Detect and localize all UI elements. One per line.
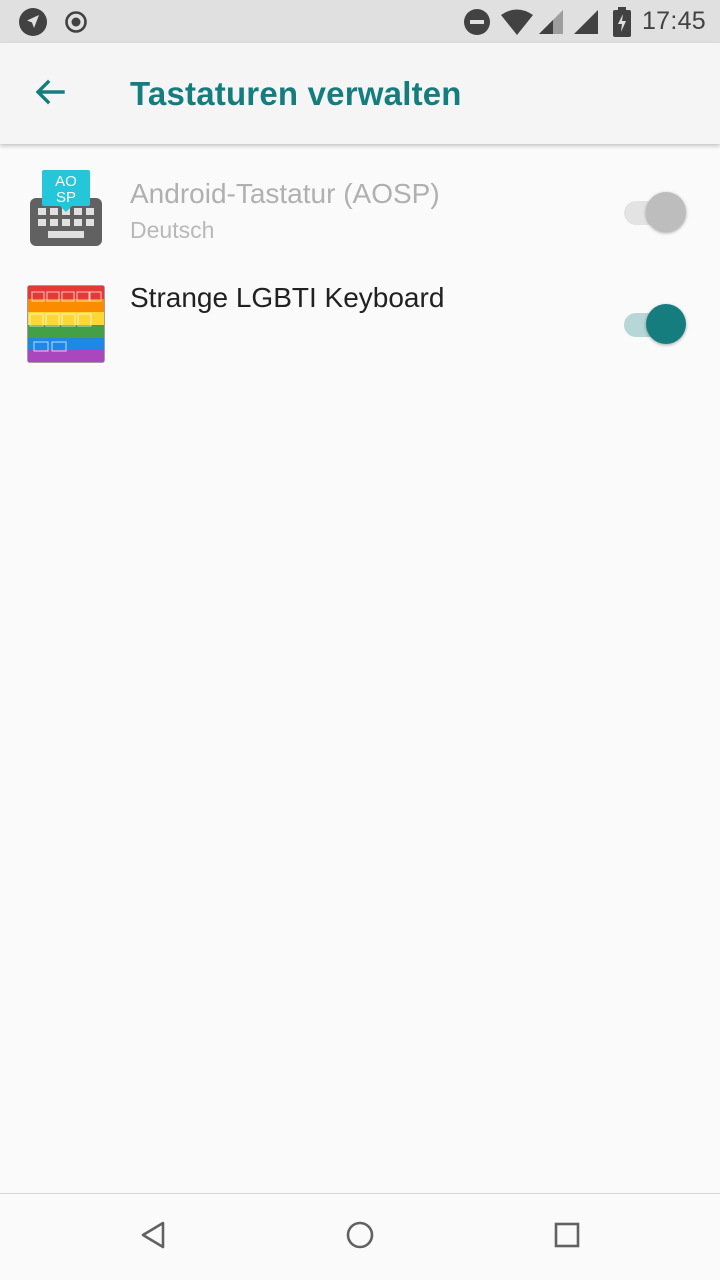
keyboard-name: Strange LGBTI Keyboard <box>130 282 445 313</box>
status-bar: 17:45 <box>0 0 720 43</box>
back-triangle-icon <box>139 1220 167 1255</box>
aosp-icon-text-2: SP <box>56 189 76 206</box>
lgbti-keyboard-toggle[interactable] <box>622 302 688 346</box>
list-item-lgbti-keyboard[interactable]: Strange LGBTI Keyboard <box>0 268 720 378</box>
back-button[interactable] <box>18 65 82 123</box>
keyboard-name: Android-Tastatur (AOSP) <box>130 178 440 209</box>
navigation-bar <box>0 1193 720 1280</box>
signal-icon <box>571 0 601 43</box>
app-bar: Tastaturen verwalten <box>0 43 720 144</box>
keyboard-language: Deutsch <box>130 217 215 243</box>
battery-charging-icon <box>609 0 635 43</box>
wifi-icon <box>499 0 535 43</box>
recents-square-icon <box>553 1221 581 1254</box>
screen: 17:45 Tastaturen verwalten AO SP Android… <box>0 0 720 1280</box>
aosp-icon-text-1: AO <box>55 173 77 190</box>
toggle-thumb <box>646 192 686 232</box>
arrow-back-icon <box>34 76 66 113</box>
status-time: 17:45 <box>641 7 706 35</box>
nav-back-button[interactable] <box>125 1212 181 1262</box>
toggle-thumb <box>646 304 686 344</box>
signal-icon <box>537 0 565 43</box>
aosp-keyboard-toggle[interactable] <box>622 190 688 234</box>
rainbow-keyboard-icon <box>26 284 106 364</box>
aosp-keyboard-icon: AO SP <box>26 168 106 248</box>
do-not-disturb-icon <box>462 0 492 43</box>
nav-home-button[interactable] <box>332 1212 388 1262</box>
list-item-aosp-keyboard[interactable]: AO SP Android-Tastatur (AOSP) Deutsch <box>0 146 720 268</box>
keyboard-list: AO SP Android-Tastatur (AOSP) Deutsch St… <box>0 146 720 378</box>
navigation-icon <box>16 0 50 43</box>
home-circle-icon <box>345 1220 375 1255</box>
nav-recents-button[interactable] <box>539 1212 595 1262</box>
record-icon <box>62 0 90 43</box>
page-title: Tastaturen verwalten <box>130 75 462 112</box>
